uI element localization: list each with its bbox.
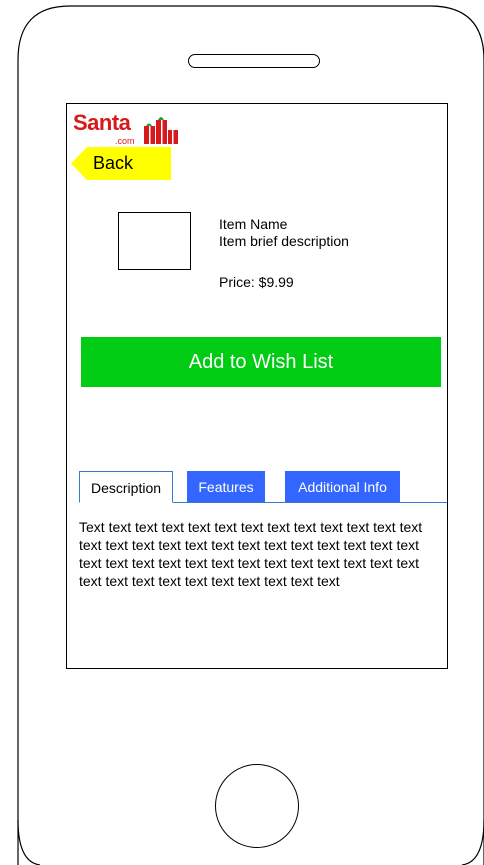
tab-additional-info[interactable]: Additional Info [285, 471, 400, 502]
home-button[interactable] [215, 764, 299, 848]
item-name: Item Name [219, 216, 288, 232]
santa-logo[interactable]: Santa .com [73, 110, 183, 150]
logo-domain: .com [115, 136, 135, 146]
item-info: Item Name Item brief description [219, 216, 349, 250]
speaker-slot [188, 54, 320, 68]
tab-features[interactable]: Features [187, 471, 265, 502]
item-image-placeholder [118, 212, 191, 270]
item-description: Item brief description [219, 233, 349, 249]
back-button[interactable]: Back [71, 147, 171, 180]
tab-bar: Description Features Additional Info [67, 471, 447, 503]
description-text: Text text text text text text text text … [79, 519, 423, 589]
logo-text: Santa [73, 110, 131, 135]
add-to-wish-list-button[interactable]: Add to Wish List [81, 337, 441, 387]
item-price: Price: $9.99 [219, 274, 294, 290]
app-screen: Santa .com Back Item Name Item brief des… [66, 103, 448, 669]
tab-description[interactable]: Description [79, 471, 173, 503]
gift-stack-icon [144, 117, 178, 144]
back-label: Back [93, 153, 134, 173]
